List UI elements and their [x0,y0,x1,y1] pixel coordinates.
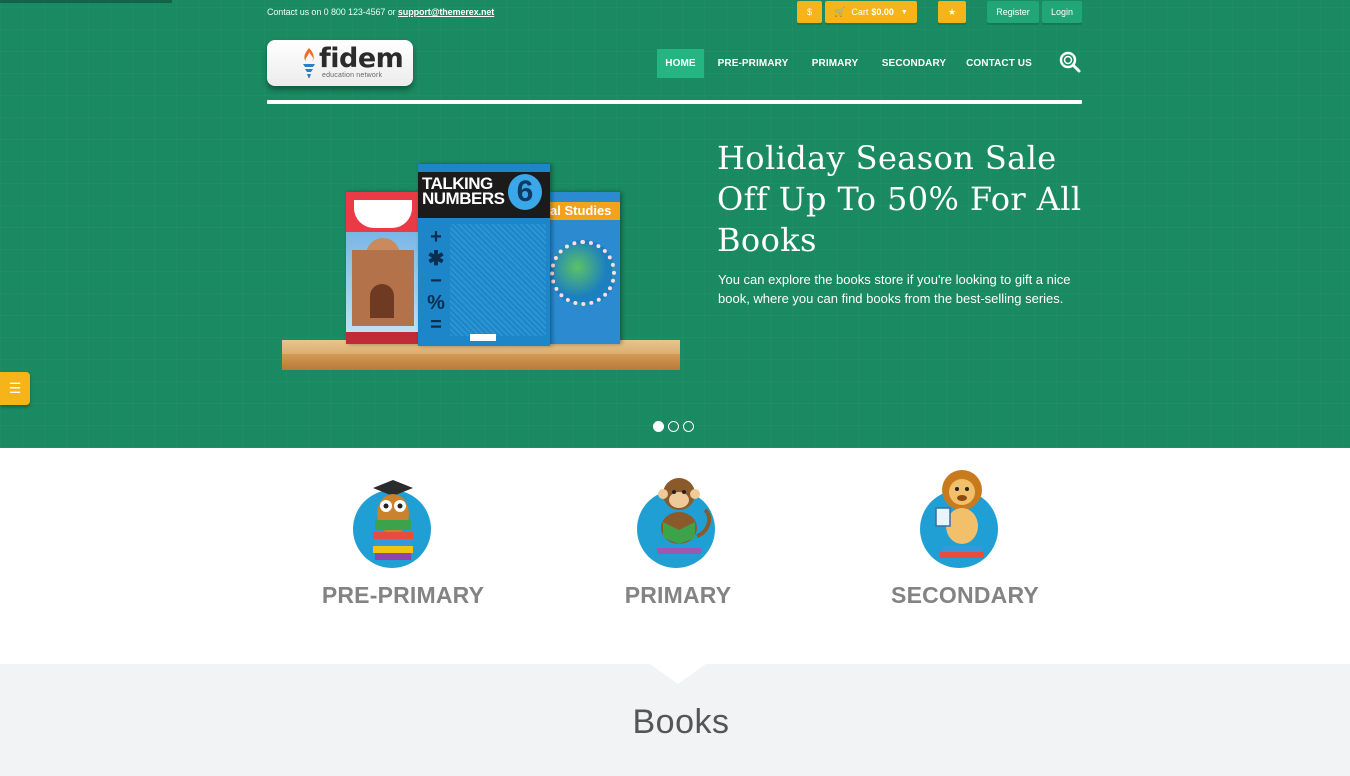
talking-numbers-title-2: NUMBERS [422,189,505,208]
star-icon: ★ [947,6,957,17]
chevron-down-icon: ▼ [900,8,908,16]
cart-button[interactable]: 🛒 Cart $0.00 ▼ [825,1,917,23]
islamiat-book-image [346,192,420,344]
site-logo[interactable]: fidem education network [267,40,413,86]
cart-amount: $0.00 [871,7,894,17]
search-icon[interactable] [1058,50,1082,74]
login-label: Login [1050,7,1074,17]
slide-dot-1[interactable] [653,421,664,432]
talking-numbers-grade: 6 [508,174,542,210]
sliders-icon: ☰ [8,380,22,396]
top-strip [0,0,172,3]
talking-numbers-book-image: TALKING NUMBERS 6 + ✱ −% = [418,164,550,346]
slider-pagination [653,421,694,432]
owl-figure-icon [373,480,413,560]
nav-contact-us[interactable]: CONTACT US [962,49,1036,78]
logo-tagline: education network [322,72,383,79]
hero-description: You can explore the books store if you'r… [718,272,1071,306]
contact-text: Contact us on 0 800 123-4567 or [267,7,396,17]
category-label-primary[interactable]: PRIMARY [558,582,798,609]
nav-home[interactable]: HOME [657,49,704,78]
slide-dot-3[interactable] [683,421,694,432]
wishlist-button[interactable]: ★ [938,1,966,23]
logo-name: fidem [319,43,404,74]
hero-headline: Holiday Season Sale Off Up To 50% For Al… [717,138,1097,261]
section-notch [650,664,706,684]
social-studies-cover-text: al Studies [550,203,612,218]
torch-icon [303,48,315,78]
books-section-title: Books [632,703,730,741]
monkey-figure-icon [657,478,712,554]
currency-label: $ [806,7,812,17]
hero-headline-line-1: Holiday Season Sale [717,139,1057,177]
nav-primary[interactable]: PRIMARY [804,49,866,78]
lion-figure-icon [935,470,984,558]
currency-button[interactable]: $ [797,1,822,23]
hero-headline-line-3: Books [717,221,817,259]
category-label-pre-primary[interactable]: PRE-PRIMARY [283,582,523,609]
social-studies-book-image: al Studies [548,192,620,344]
register-label: Register [996,7,1030,17]
cart-label: Cart [851,7,869,17]
slide-dot-2[interactable] [668,421,679,432]
register-button[interactable]: Register [987,1,1039,23]
hero-slider: Contact us on 0 800 123-4567 or support@… [0,0,1350,448]
hero-headline-line-2: Off Up To 50% For All [717,180,1082,218]
nav-secondary[interactable]: SECONDARY [874,49,954,78]
category-label-secondary[interactable]: SECONDARY [845,582,1085,609]
header-divider [267,100,1082,104]
login-button[interactable]: Login [1042,1,1082,23]
cart-icon: 🛒 [834,6,846,17]
contact-info: Contact us on 0 800 123-4567 or support@… [267,7,494,17]
nav-pre-primary[interactable]: PRE-PRIMARY [712,49,794,78]
customizer-toggle-button[interactable]: ☰ [0,372,30,405]
support-email-link[interactable]: support@themerex.net [398,7,494,17]
